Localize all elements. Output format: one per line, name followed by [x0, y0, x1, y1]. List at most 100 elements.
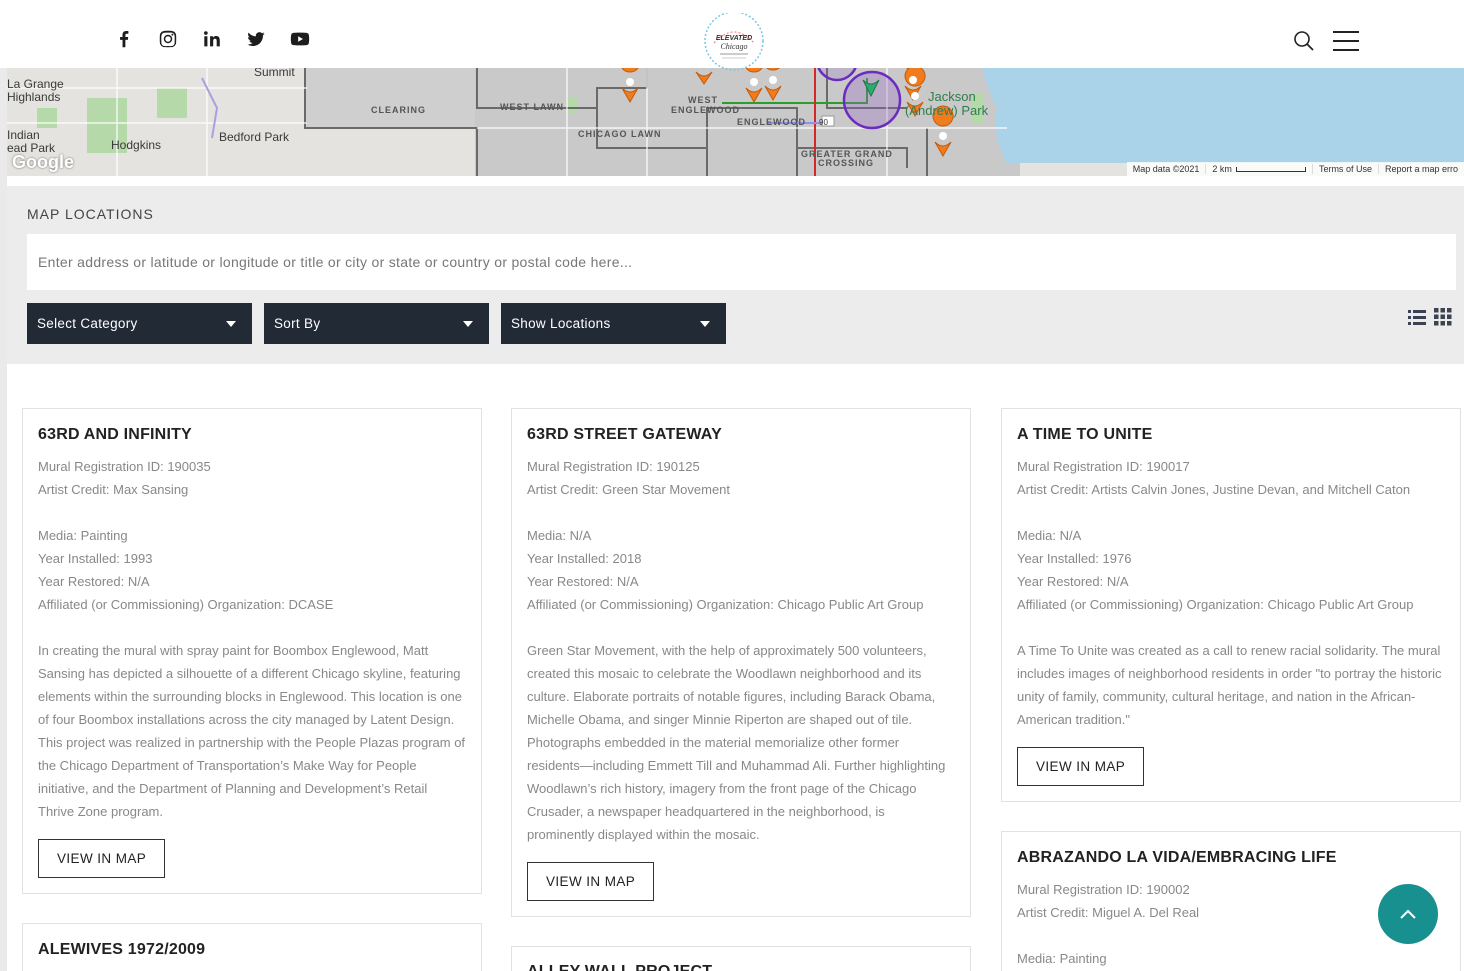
mural-title: A TIME TO UNITE: [1017, 426, 1153, 443]
youtube-icon: [290, 32, 310, 46]
view-in-map-button[interactable]: VIEW IN MAP: [1017, 747, 1145, 786]
scale-bar: [1235, 167, 1306, 173]
map-data-credit: Map data ©2021: [1132, 164, 1200, 174]
map-label: CROSSING: [818, 158, 875, 168]
list-view-icon: [1408, 310, 1426, 325]
menu-button[interactable]: [1333, 30, 1359, 52]
linkedin-icon: [204, 31, 220, 47]
map-label: Highlands: [7, 90, 61, 104]
map-label: Hodgkins: [111, 138, 162, 152]
select-category-label: Select Category: [37, 316, 138, 331]
caret-down-icon: [463, 320, 473, 327]
map-label: ENGLEWOOD: [737, 117, 806, 127]
map-label: ENGLEWOOD: [671, 105, 740, 115]
terms-link[interactable]: Terms of Use: [1311, 164, 1378, 174]
mural-description: A Time To Unite was created as a call to…: [1017, 643, 1442, 727]
year-installed: Year Installed: 2018: [527, 551, 642, 566]
show-locations-label: Show Locations: [511, 316, 611, 331]
year-restored: Year Restored: N/A: [38, 574, 150, 589]
view-in-map-button[interactable]: VIEW IN MAP: [38, 839, 166, 878]
left-gutter: [0, 0, 7, 971]
youtube-link[interactable]: [289, 28, 333, 54]
grid-view-icon: [1434, 308, 1452, 326]
map-label: (Andrew) Park: [905, 103, 989, 118]
linkedin-link[interactable]: [201, 28, 245, 54]
media: Media: N/A: [1017, 528, 1082, 543]
map-label: Jackson: [928, 89, 976, 104]
mural-card: 63RD AND INFINITY Mural Registration ID:…: [22, 408, 482, 894]
scroll-to-top-button[interactable]: [1378, 884, 1438, 944]
mural-title: 63RD STREET GATEWAY: [527, 426, 722, 443]
elevated-chicago-logo[interactable]: ELEVATED Chicago: [702, 11, 766, 71]
registration-id: Mural Registration ID: 190125: [527, 459, 700, 474]
mural-card: ALLEY WALL PROJECT: [511, 946, 971, 971]
grid-view-button[interactable]: [1434, 308, 1452, 326]
sort-by-dropdown[interactable]: Sort By: [264, 303, 489, 344]
artist-credit: Artist Credit: Green Star Movement: [527, 482, 731, 497]
media: Media: Painting: [38, 528, 128, 543]
panel-title: MAP LOCATIONS: [27, 206, 154, 222]
view-in-map-button[interactable]: VIEW IN MAP: [527, 862, 655, 901]
map-scale-label: 2 km: [1212, 164, 1232, 174]
search-icon: [1294, 31, 1314, 51]
map-label: WEST: [688, 95, 718, 105]
location-search-input[interactable]: [27, 234, 1456, 290]
map-label: WEST LAWN: [500, 102, 564, 112]
registration-id: Mural Registration ID: 190035: [38, 459, 211, 474]
map-attribution: Map data ©2021 2 km Terms of Use Report …: [1126, 162, 1464, 176]
map-label: CLEARING: [371, 105, 426, 115]
site-header: ELEVATED Chicago: [0, 0, 1464, 71]
map-label: Bedford Park: [219, 130, 290, 144]
mural-title: ALLEY WALL PROJECT: [527, 963, 955, 971]
mural-description: Green Star Movement, with the help of ap…: [527, 643, 946, 842]
mural-description: In creating the mural with spray paint f…: [38, 643, 466, 819]
organization: Affiliated (or Commissioning) Organizati…: [1017, 597, 1414, 612]
mural-title: ALEWIVES 1972/2009: [38, 941, 206, 958]
mural-card: 63RD STREET GATEWAY Mural Registration I…: [511, 408, 971, 917]
artist-credit: Artist Credit: Max Sansing: [38, 482, 189, 497]
registration-id: Mural Registration ID: 190002: [1017, 882, 1190, 897]
twitter-icon: [247, 32, 265, 47]
map-locations-panel: MAP LOCATIONS Select Category Sort By Sh…: [7, 186, 1464, 364]
social-links: [113, 28, 333, 54]
mural-title: 63RD AND INFINITY: [38, 426, 192, 443]
map-view[interactable]: La Grange Highlands Summit Indian ead Pa…: [7, 68, 1464, 176]
report-error-link[interactable]: Report a map erro: [1377, 164, 1464, 174]
map-label: La Grange: [7, 77, 64, 91]
year-restored: Year Restored: N/A: [527, 574, 639, 589]
instagram-link[interactable]: [157, 28, 201, 54]
mural-title: ABRAZANDO LA VIDA/EMBRACING LIFE: [1017, 849, 1337, 866]
facebook-link[interactable]: [113, 28, 157, 54]
organization: Affiliated (or Commissioning) Organizati…: [527, 597, 924, 612]
year-installed: Year Installed: 1976: [1017, 551, 1132, 566]
chevron-up-icon: [1400, 909, 1416, 919]
mural-card: ALEWIVES 1972/2009: [22, 923, 482, 971]
route-shield: 90: [819, 118, 828, 127]
search-button[interactable]: [1292, 29, 1316, 53]
twitter-link[interactable]: [245, 28, 289, 54]
caret-down-icon: [700, 320, 710, 327]
hamburger-icon: [1333, 31, 1359, 51]
caret-down-icon: [226, 320, 236, 327]
media: Media: N/A: [527, 528, 592, 543]
sort-by-label: Sort By: [274, 316, 321, 331]
logo-line1: ELEVATED: [716, 35, 752, 42]
artist-credit: Artist Credit: Artists Calvin Jones, Jus…: [1017, 482, 1411, 497]
facebook-icon: [120, 31, 129, 48]
map-label: Indian: [7, 128, 40, 142]
organization: Affiliated (or Commissioning) Organizati…: [38, 597, 334, 612]
logo-line2: Chicago: [720, 42, 747, 51]
list-view-button[interactable]: [1408, 308, 1426, 326]
media: Media: Painting: [1017, 951, 1107, 966]
map-label: Summit: [254, 68, 295, 79]
map-scale: 2 km: [1205, 164, 1312, 174]
instagram-icon: [159, 30, 177, 48]
year-installed: Year Installed: 1993: [38, 551, 153, 566]
year-restored: Year Restored: N/A: [1017, 574, 1129, 589]
google-logo: Google: [12, 152, 74, 172]
select-category-dropdown[interactable]: Select Category: [27, 303, 252, 344]
map-label: CHICAGO LAWN: [578, 129, 662, 139]
show-locations-dropdown[interactable]: Show Locations: [501, 303, 726, 344]
mural-card: A TIME TO UNITE Mural Registration ID: 1…: [1001, 408, 1461, 802]
registration-id: Mural Registration ID: 190017: [1017, 459, 1190, 474]
